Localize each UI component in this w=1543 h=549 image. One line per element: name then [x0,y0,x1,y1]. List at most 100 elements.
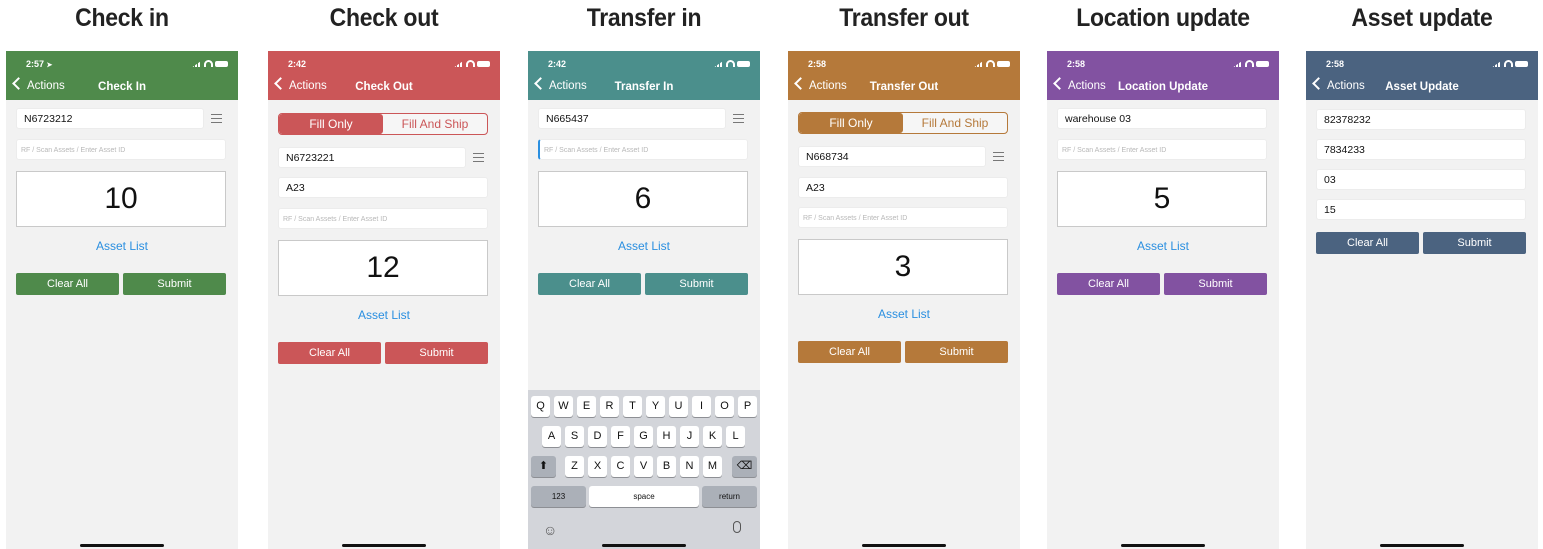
key-o[interactable]: O [715,396,734,417]
key-f[interactable]: F [611,426,630,447]
home-indicator[interactable] [80,544,164,547]
key-w[interactable]: W [554,396,573,417]
home-indicator[interactable] [1380,544,1464,547]
key-v[interactable]: V [634,456,653,477]
serial-field[interactable]: 7834233 [1316,139,1526,160]
key-h[interactable]: H [657,426,676,447]
signal-icon [454,60,464,68]
asset-id-field[interactable]: N668734 [798,146,986,167]
microphone-icon[interactable] [733,521,741,533]
backspace-key[interactable]: ⌫ [732,456,757,477]
asset-id-field[interactable]: N6723212 [16,108,204,129]
status-icons [714,59,750,68]
shift-key[interactable]: ⬆ [531,456,556,477]
wifi-icon [204,60,213,68]
nav-title: Check Out [355,81,413,93]
clear-all-button[interactable]: Clear All [16,273,119,295]
nav-title: Location Update [1117,81,1209,93]
list-icon[interactable] [993,152,1004,161]
key-y[interactable]: Y [646,396,665,417]
home-indicator[interactable] [602,544,686,547]
clear-all-button[interactable]: Clear All [798,341,901,363]
key-m[interactable]: M [703,456,722,477]
signal-icon [974,60,984,68]
asset-id-field[interactable]: N6723221 [278,147,466,168]
home-indicator[interactable] [342,544,426,547]
location-field[interactable]: A23 [798,177,1008,198]
key-c[interactable]: C [611,456,630,477]
key-a[interactable]: A [542,426,561,447]
submit-button[interactable]: Submit [1164,273,1267,295]
quantity-field[interactable]: 15 [1316,199,1526,220]
return-key[interactable]: return [702,486,757,507]
submit-button[interactable]: Submit [385,342,488,364]
nav-title: Check In [98,81,146,93]
nav-bar: 2:57 ➤ Actions Check In [6,51,238,100]
asset-id-field[interactable]: N665437 [538,108,726,129]
key-n[interactable]: N [680,456,699,477]
key-q[interactable]: Q [531,396,550,417]
key-t[interactable]: T [623,396,642,417]
home-indicator[interactable] [1121,544,1205,547]
clear-all-button[interactable]: Clear All [1316,232,1419,254]
scan-input[interactable]: RF / Scan Assets / Enter Asset ID [16,139,226,160]
submit-button[interactable]: Submit [1423,232,1526,254]
caption-asset-update: Asset update [1351,4,1493,32]
scan-input[interactable]: RF / Scan Assets / Enter Asset ID [538,139,748,160]
location-field[interactable]: warehouse 03 [1057,108,1267,129]
wifi-icon [466,60,475,68]
emoji-icon[interactable]: ☺ [543,522,557,538]
status-time: 2:58 [808,59,827,69]
asset-list-link[interactable]: Asset List [6,239,238,253]
segment-fill-only[interactable]: Fill Only [799,113,903,133]
key-e[interactable]: E [577,396,596,417]
key-j[interactable]: J [680,426,699,447]
key-p[interactable]: P [738,396,757,417]
asset-list-link[interactable]: Asset List [268,308,500,322]
location-field[interactable]: A23 [278,177,488,198]
home-indicator[interactable] [862,544,946,547]
submit-button[interactable]: Submit [645,273,748,295]
nav-bar: 2:42 Actions Transfer In [528,51,760,100]
key-l[interactable]: L [726,426,745,447]
check-in-screen: 2:57 ➤ Actions Check In N6723212 RF / Sc… [6,51,238,549]
key-z[interactable]: Z [565,456,584,477]
segment-fill-only[interactable]: Fill Only [279,114,383,134]
segment-fill-and-ship[interactable]: Fill And Ship [383,114,487,134]
key-x[interactable]: X [588,456,607,477]
key-d[interactable]: D [588,426,607,447]
asset-list-link[interactable]: Asset List [788,307,1020,321]
key-k[interactable]: K [703,426,722,447]
scan-input[interactable]: RF / Scan Assets / Enter Asset ID [278,208,488,229]
numbers-key[interactable]: 123 [531,486,586,507]
key-g[interactable]: G [634,426,653,447]
list-icon[interactable] [733,114,744,123]
space-key[interactable]: space [589,486,699,507]
clear-all-button[interactable]: Clear All [538,273,641,295]
asset-list-link[interactable]: Asset List [528,239,760,253]
asset-list-link[interactable]: Asset List [1047,239,1279,253]
key-u[interactable]: U [669,396,688,417]
status-icons [454,59,490,68]
list-icon[interactable] [473,153,484,162]
nav-bar: 2:58 Actions Location Update [1047,51,1279,100]
fill-mode-segmented-control[interactable]: Fill Only Fill And Ship [798,112,1008,134]
asset-id-field[interactable]: 82378232 [1316,109,1526,130]
key-r[interactable]: R [600,396,619,417]
list-icon[interactable] [211,114,222,123]
scan-input[interactable]: RF / Scan Assets / Enter Asset ID [798,207,1008,228]
asset-update-screen: 2:58 Actions Asset Update 82378232 78342… [1306,51,1538,549]
clear-all-button[interactable]: Clear All [1057,273,1160,295]
fill-mode-segmented-control[interactable]: Fill Only Fill And Ship [278,113,488,135]
submit-button[interactable]: Submit [123,273,226,295]
segment-fill-and-ship[interactable]: Fill And Ship [903,113,1007,133]
submit-button[interactable]: Submit [905,341,1008,363]
clear-all-button[interactable]: Clear All [278,342,381,364]
code-field[interactable]: 03 [1316,169,1526,190]
key-b[interactable]: B [657,456,676,477]
nav-title: Transfer Out [869,81,939,93]
key-s[interactable]: S [565,426,584,447]
key-i[interactable]: I [692,396,711,417]
scan-input[interactable]: RF / Scan Assets / Enter Asset ID [1057,139,1267,160]
status-icons [1233,59,1269,68]
